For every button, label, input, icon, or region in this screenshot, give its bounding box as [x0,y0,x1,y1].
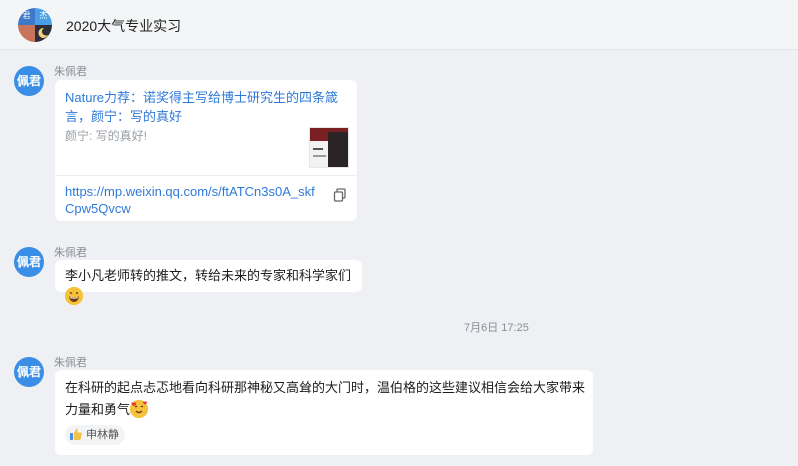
message-text: 李小凡老师转的推文，转给未来的专家和科学家们 [65,268,352,283]
group-avatar-photo-2 [35,25,52,42]
sender-avatar[interactable]: 佩君 [14,66,44,96]
sender-avatar[interactable]: 佩君 [14,247,44,277]
group-avatar-char-1: 君 [22,11,31,20]
sender-name: 朱佩君 [54,247,87,259]
divider [55,175,357,176]
link-card[interactable]: Nature力荐：诺奖得主写给博士研究生的四条箴言，颜宁：写的真好 颜宁: 写的… [55,80,357,221]
group-avatar-photo-1 [18,25,35,42]
link-card-thumbnail [309,127,349,168]
group-avatar[interactable]: 君 杰 [18,8,52,42]
link-card-title[interactable]: Nature力荐：诺奖得主写给博士研究生的四条箴言，颜宁：写的真好 [65,88,355,126]
thumbs-up-icon [70,428,82,440]
group-avatar-char-2: 杰 [39,11,48,20]
link-url[interactable]: https://mp.weixin.qq.com/s/ftATCn3s0A_sk… [65,183,320,217]
link-card-description: 颜宁: 写的真好! [65,129,148,143]
message-bubble[interactable]: 在科研的起点忐忑地看向科研那神秘又高耸的大门时，温伯格的这些建议相信会给大家带来… [55,370,593,455]
sender-name: 朱佩君 [54,66,87,78]
sender-avatar[interactable]: 佩君 [14,357,44,387]
message-bubble[interactable]: 李小凡老师转的推文，转给未来的专家和科学家们 [55,260,362,305]
timestamp: 7月6日 17:25 [464,322,529,334]
chat-header: 君 杰 2020大气专业实习 [0,0,798,50]
smiling-face-with-hearts-emoji-icon [130,400,149,418]
chat-title: 2020大气专业实习 [66,18,182,34]
copy-icon[interactable] [333,188,347,202]
grinning-face-emoji-icon [65,287,83,305]
reaction-user: 申林静 [86,429,119,441]
sender-name: 朱佩君 [54,357,87,369]
reaction-chip[interactable]: 申林静 [65,425,125,445]
moon-icon [38,27,48,38]
